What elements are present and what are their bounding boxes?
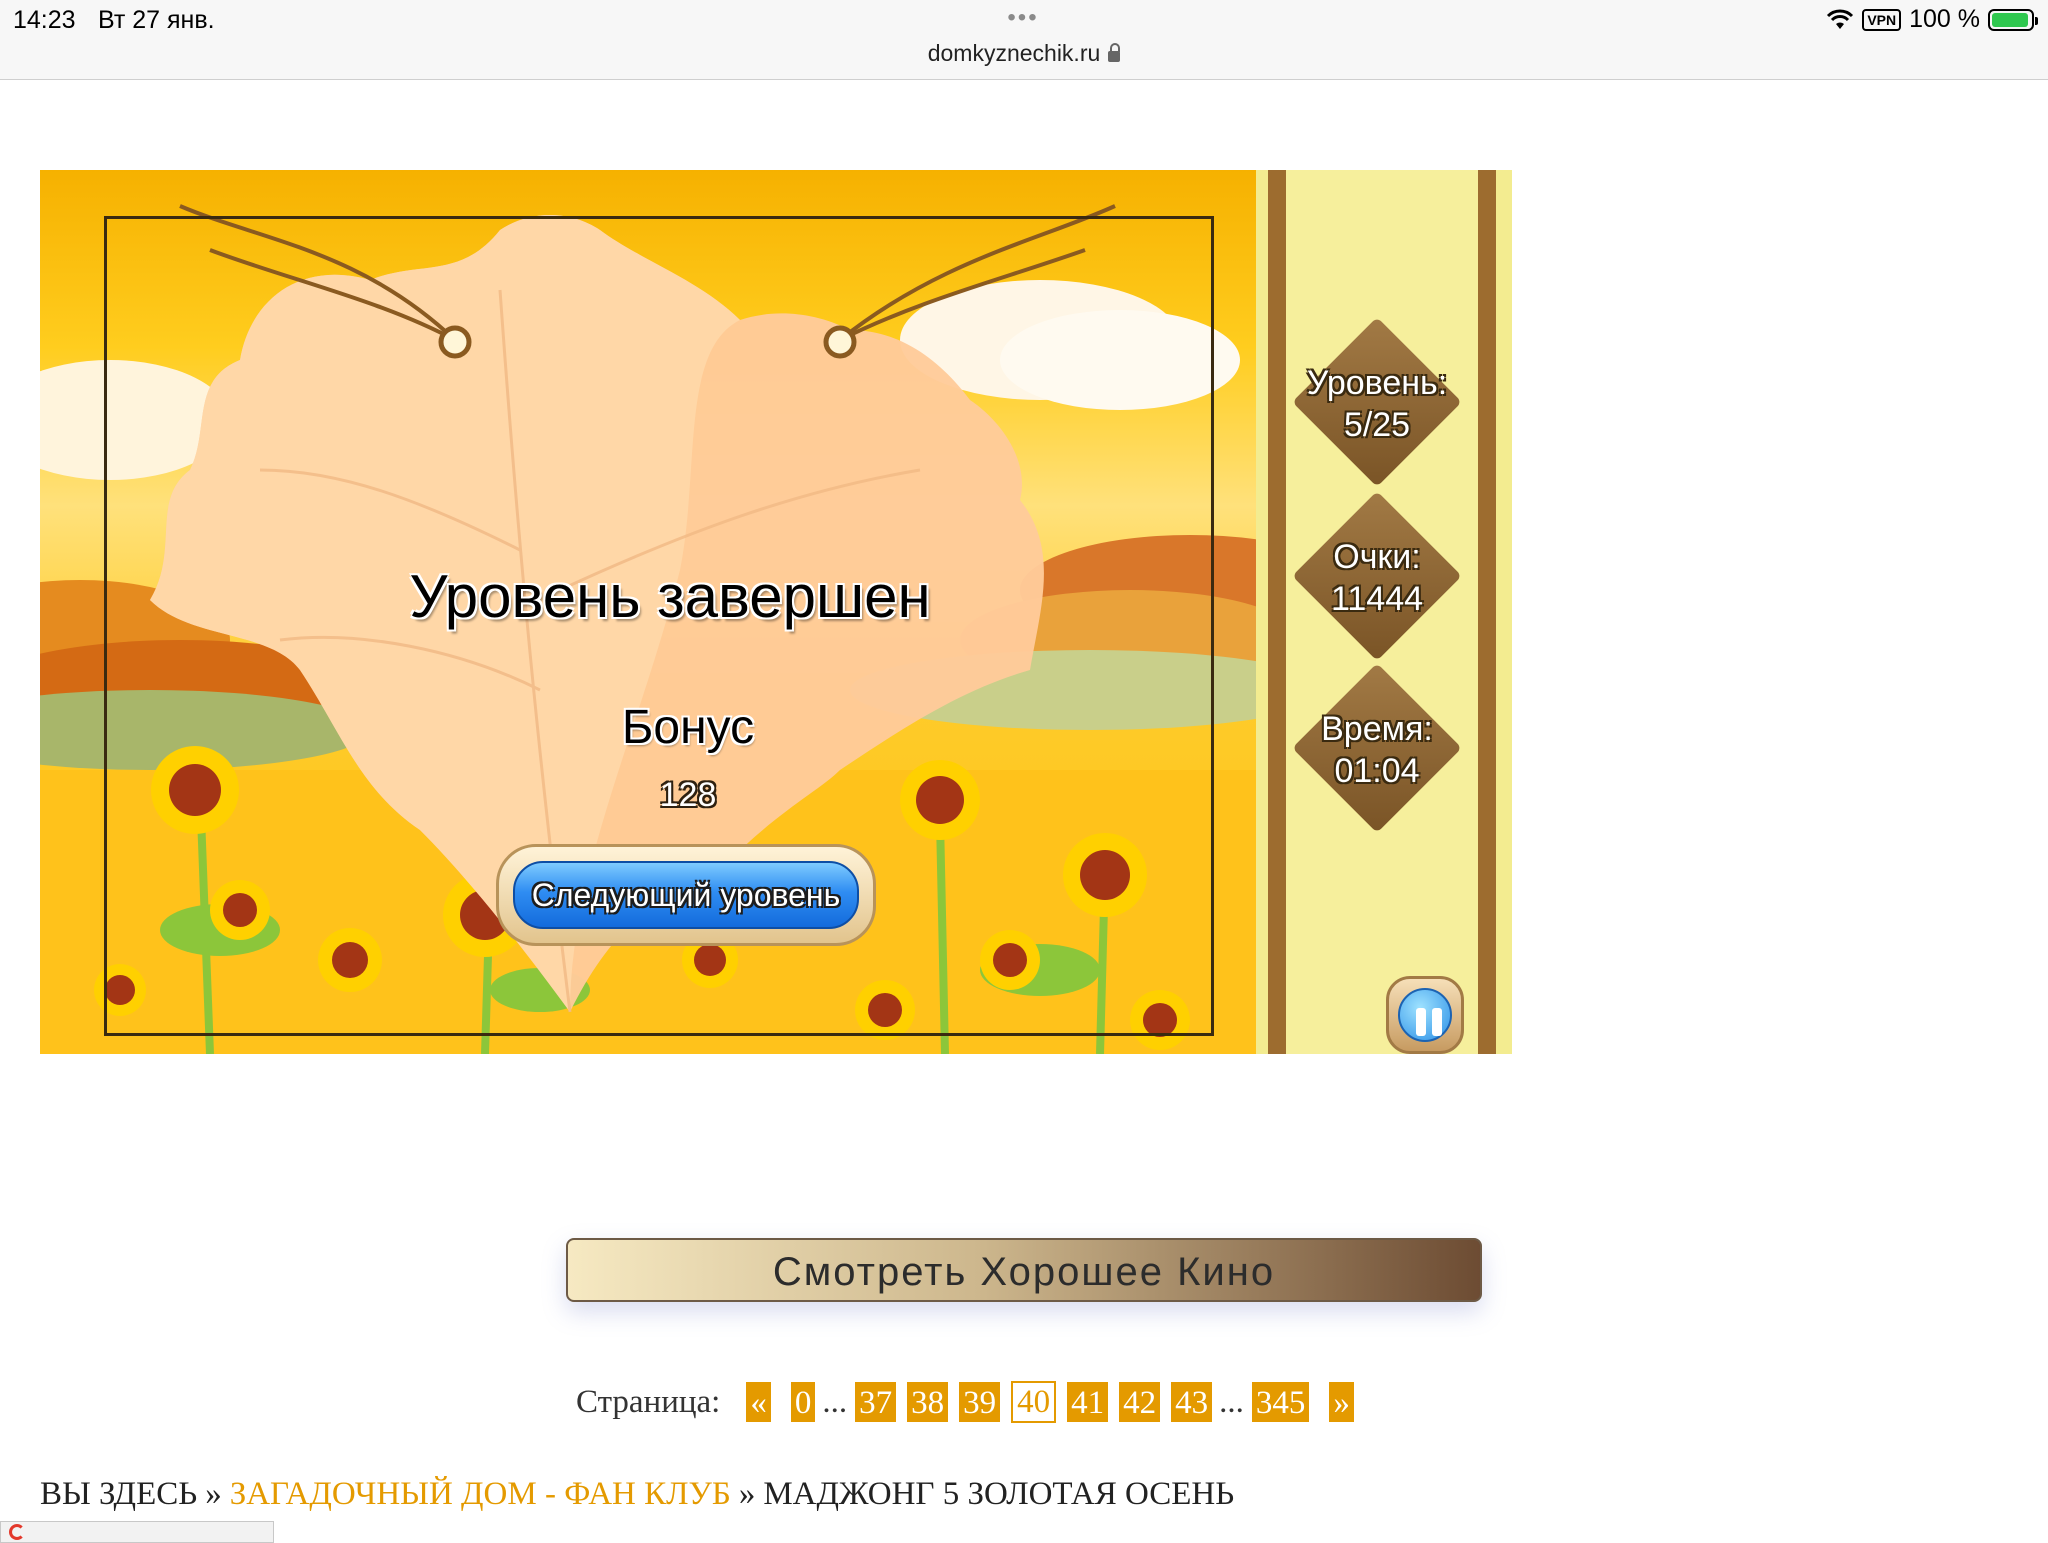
bonus-label: Бонус (621, 701, 755, 754)
google-icon (9, 1524, 25, 1540)
page-prev-link[interactable]: « (746, 1382, 771, 1422)
level-indicator: Уровень: 5/25 (1285, 310, 1469, 494)
page-link[interactable]: 0 (790, 1382, 816, 1422)
pagination-ellipsis: ... (1219, 1383, 1244, 1420)
pause-icon (1398, 988, 1452, 1042)
lock-icon (1108, 43, 1121, 62)
page-link[interactable]: 41 (1067, 1382, 1109, 1422)
watch-movies-label: Смотреть Хорошее Кино (772, 1250, 1276, 1294)
pagination: Страница: « 0 ... 37 38 39 40 41 42 43 .… (576, 1380, 1365, 1424)
page-link[interactable]: 345 (1251, 1382, 1310, 1422)
battery-percent: 100 % (1909, 5, 1980, 33)
breadcrumb-prefix: ВЫ ЗДЕСЬ (40, 1476, 198, 1512)
status-time: 14:23 (13, 6, 76, 34)
page-current: 40 (1011, 1381, 1057, 1423)
page-next-link[interactable]: » (1329, 1382, 1354, 1422)
breadcrumb-separator: » (738, 1476, 756, 1512)
pause-button[interactable] (1386, 976, 1464, 1054)
page-link[interactable]: 42 (1119, 1382, 1161, 1422)
page-link[interactable]: 43 (1171, 1382, 1213, 1422)
score-label: Очки: (1333, 538, 1421, 576)
battery-level (1992, 12, 2028, 27)
status-date: Вт 27 янв. (98, 6, 215, 34)
next-level-label: Следующий уровень (531, 877, 841, 913)
vpn-badge: VPN (1862, 8, 1902, 31)
page-link[interactable]: 39 (959, 1382, 1001, 1422)
time-value: 01:04 (1334, 752, 1420, 790)
battery-icon (1988, 8, 2038, 31)
breadcrumb-separator: » (205, 1476, 222, 1512)
pagination-label: Страница: (576, 1383, 721, 1420)
watch-movies-button[interactable]: Смотреть Хорошее Кино (566, 1238, 1482, 1302)
breadcrumb-current: МАДЖОНГ 5 ЗОЛОТАЯ ОСЕНЬ (763, 1476, 1235, 1512)
score-indicator: Очки: 11444 (1285, 484, 1469, 668)
time-label: Время: (1321, 710, 1433, 748)
bonus-value: 128 (659, 776, 717, 814)
pagination-ellipsis: ... (822, 1383, 848, 1420)
time-indicator: Время: 01:04 (1285, 656, 1469, 840)
game-canvas[interactable]: Уровень: 5/25 Очки: 11444 Время: 01:04 У… (40, 170, 1512, 1054)
wifi-icon (1827, 9, 1854, 29)
level-value: 5/25 (1343, 406, 1411, 444)
url-text: domkyznechik.ru (927, 40, 1101, 66)
address-bar[interactable]: domkyznechik.ru (0, 40, 2048, 67)
more-options-dots[interactable]: ••• (1000, 4, 1046, 32)
level-complete-title: Уровень завершен (409, 563, 931, 630)
next-level-button[interactable]: Следующий уровень (496, 844, 876, 946)
level-label: Уровень: (1306, 364, 1448, 402)
status-icons: VPN 100 % (1826, 5, 2038, 34)
breadcrumb-link[interactable]: ЗАГАДОЧНЫЙ ДОМ - ФАН КЛУБ (230, 1476, 731, 1512)
browser-top-bar: 14:23 Вт 27 янв. ••• domkyznechik.ru VPN… (0, 0, 2048, 80)
page-link[interactable]: 37 (855, 1382, 897, 1422)
breadcrumb: ВЫ ЗДЕСЬ» ЗАГАДОЧНЫЙ ДОМ - ФАН КЛУБ» МАДЖО… (40, 1476, 1234, 1513)
page-link[interactable]: 38 (907, 1382, 949, 1422)
bottom-bar[interactable] (0, 1521, 274, 1543)
score-value: 11444 (1330, 580, 1424, 618)
